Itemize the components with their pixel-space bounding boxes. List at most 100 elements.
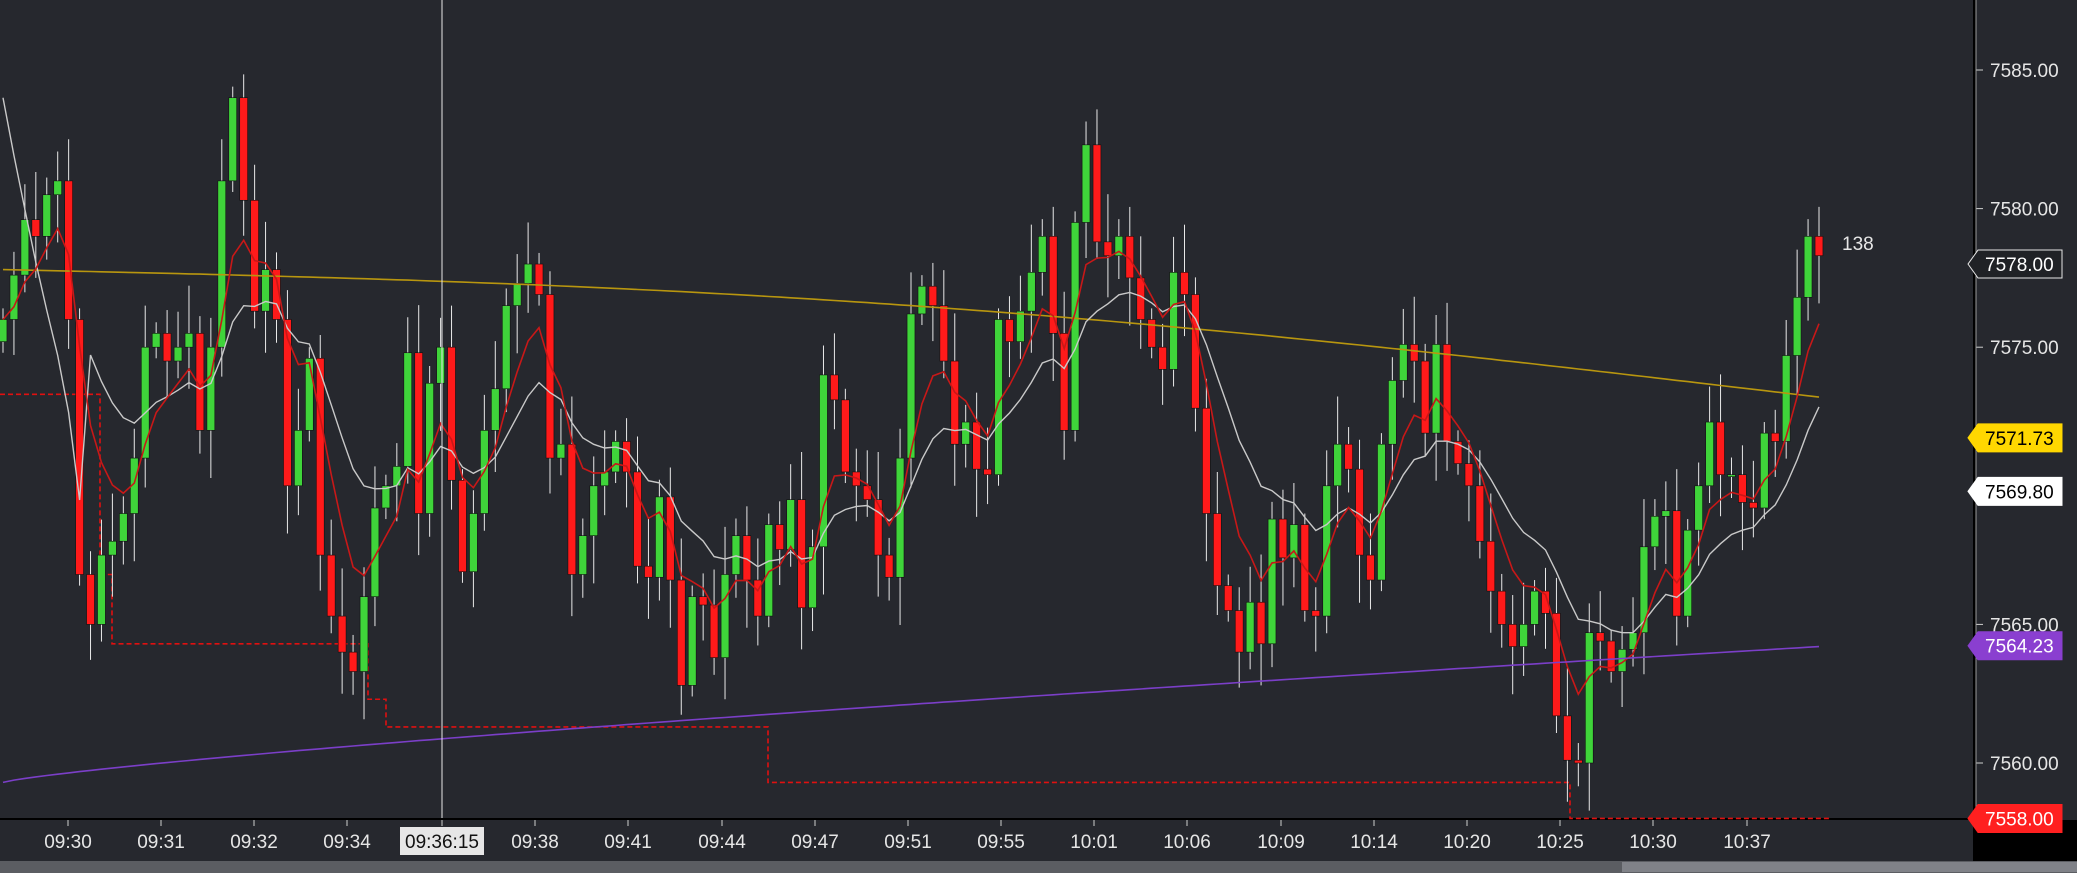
- price-badge-label: 7569.80: [1985, 482, 2054, 503]
- time-tick-label: 09:30: [44, 832, 92, 853]
- time-tick-label: 10:01: [1070, 832, 1118, 853]
- candle-up: [1683, 529, 1692, 617]
- time-tick-label: 10:20: [1443, 832, 1491, 853]
- candle-down: [1147, 319, 1156, 348]
- candle-down: [316, 357, 325, 556]
- time-tick-label: 10:14: [1350, 832, 1398, 853]
- candle-down: [1180, 272, 1189, 295]
- price-badge-label: 7564.23: [1985, 637, 2054, 658]
- time-tick-label: 09:44: [698, 832, 746, 853]
- candle-up: [1038, 236, 1047, 273]
- candle-down: [841, 399, 850, 473]
- candle-up: [9, 274, 19, 320]
- time-tick-label: 09:34: [323, 832, 371, 853]
- candle-up: [1803, 236, 1813, 298]
- candle-down: [830, 374, 839, 401]
- candle-down: [447, 346, 456, 481]
- candle-up: [1027, 272, 1036, 312]
- price-tick-label: 7580.00: [1990, 200, 2059, 221]
- time-tick-label: 10:30: [1629, 832, 1677, 853]
- candle-down: [1420, 360, 1430, 434]
- candle-down: [1738, 474, 1747, 503]
- candle-up: [917, 285, 927, 315]
- candle-down: [698, 596, 708, 606]
- candle-down: [75, 319, 84, 575]
- candle-down: [1256, 601, 1266, 645]
- candle-down: [709, 604, 719, 658]
- candle-down: [1234, 610, 1244, 653]
- candle-down: [1486, 540, 1496, 592]
- candle-down: [1092, 144, 1102, 243]
- candle-up: [687, 596, 697, 686]
- time-tick-label: 10:25: [1536, 832, 1584, 853]
- candle-down: [1475, 485, 1485, 542]
- candle-up: [1727, 474, 1736, 478]
- candle-down: [1814, 236, 1824, 257]
- candle-down: [1563, 715, 1572, 761]
- candle-down: [1311, 610, 1321, 617]
- scrollbar-thumb[interactable]: [1622, 862, 2077, 872]
- candle-down: [545, 294, 555, 459]
- candle-down: [983, 468, 992, 476]
- price-badge-label: 7571.73: [1985, 429, 2054, 450]
- candle-up: [1070, 222, 1080, 431]
- candle-up: [589, 485, 598, 536]
- candle-up: [523, 263, 533, 284]
- candle-up: [1650, 515, 1660, 548]
- time-tick-label: 10:06: [1163, 832, 1211, 853]
- candle-down: [1672, 510, 1682, 617]
- candle-down: [326, 554, 336, 617]
- candle-down: [1497, 590, 1506, 625]
- candle-up: [1760, 432, 1769, 509]
- price-axis-panel: [1976, 0, 2077, 820]
- candle-up: [151, 333, 161, 348]
- candle-up: [786, 499, 795, 550]
- candle-down: [1442, 344, 1452, 442]
- candle-up: [895, 457, 905, 578]
- candle-up: [20, 219, 30, 276]
- time-tick-label: 09:51: [884, 832, 932, 853]
- price-badge-label: 7578.00: [1985, 255, 2054, 276]
- candle-down: [337, 615, 347, 653]
- candle-up: [578, 535, 588, 575]
- candle-down: [458, 479, 467, 573]
- candle-down: [1103, 241, 1113, 257]
- candle-up: [392, 466, 402, 487]
- candle-down: [348, 651, 358, 672]
- candle-up: [0, 319, 8, 342]
- candle-down: [31, 219, 41, 237]
- candle-down: [939, 305, 949, 362]
- candle-up: [359, 596, 369, 672]
- candle-up: [491, 388, 500, 431]
- candle-down: [1595, 632, 1605, 642]
- time-tick-label: 09:38: [511, 832, 559, 853]
- candle-up: [108, 540, 117, 556]
- candle-up: [720, 574, 730, 658]
- candle-up: [731, 535, 741, 575]
- candle-up: [1585, 632, 1594, 764]
- candle-up: [42, 194, 51, 237]
- candle-down: [414, 352, 423, 514]
- price-tick-label: 7560.00: [1990, 754, 2059, 775]
- price-badge-label: 7558.00: [1985, 809, 2054, 830]
- candle-down: [1749, 502, 1758, 509]
- candle-down: [1048, 236, 1058, 334]
- candle-down: [1771, 432, 1780, 442]
- candle-up: [512, 283, 522, 306]
- candle-down: [1716, 421, 1725, 476]
- candle-down: [1278, 518, 1288, 559]
- candle-up: [305, 357, 314, 431]
- candle-up: [1245, 601, 1255, 653]
- chart-window: 1387585.007580.007575.007570.007565.0075…: [0, 0, 2077, 873]
- candle-up: [1016, 310, 1025, 342]
- candle-up: [1519, 624, 1528, 647]
- candle-down: [567, 443, 577, 575]
- candle-down: [1366, 554, 1375, 581]
- time-tick-label: 09:47: [791, 832, 839, 853]
- candle-up: [469, 513, 478, 573]
- price-chart[interactable]: 1387585.007580.007575.007570.007565.0075…: [0, 0, 2077, 873]
- candle-down: [1158, 346, 1167, 370]
- candle-up: [1530, 590, 1539, 625]
- candle-up: [961, 421, 970, 445]
- candle-down: [86, 574, 95, 625]
